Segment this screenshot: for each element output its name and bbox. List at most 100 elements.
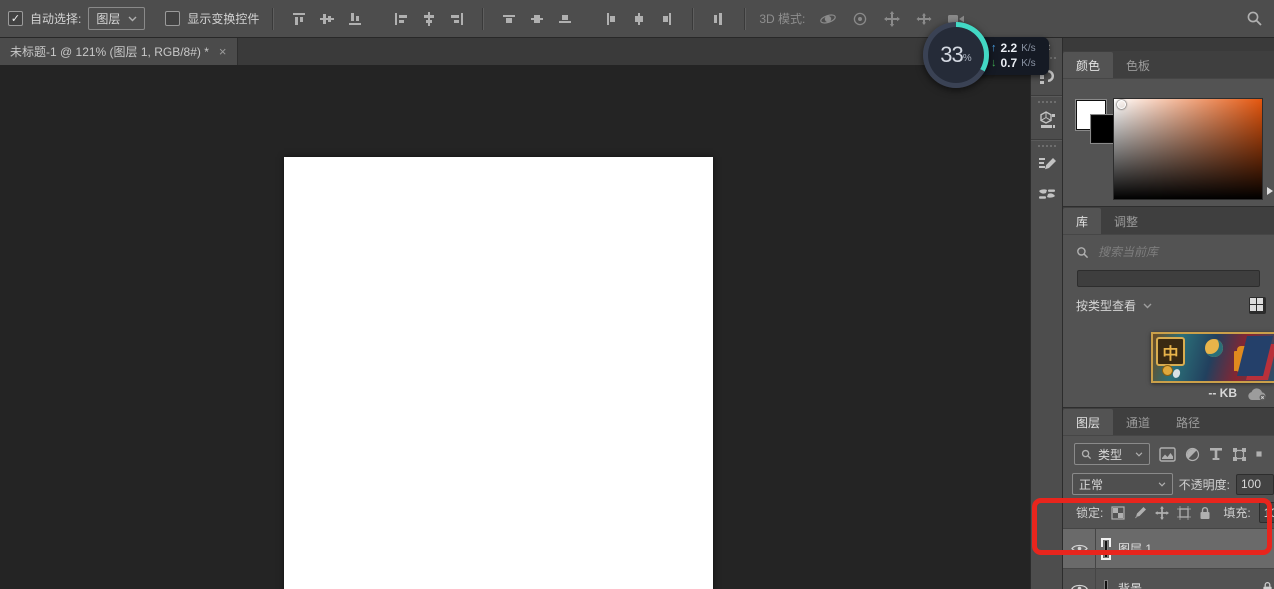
mode-3d-label: 3D 模式: bbox=[759, 10, 805, 27]
align-left-edges-button[interactable] bbox=[389, 7, 413, 31]
tab-libraries[interactable]: 库 bbox=[1063, 208, 1101, 234]
library-search-input[interactable] bbox=[1096, 244, 1261, 260]
brushes-panel-icon[interactable] bbox=[1031, 179, 1063, 209]
panels-column: 颜色 色板 库 调整 按类型查看 bbox=[1062, 38, 1274, 589]
layer-name[interactable]: 背景 bbox=[1118, 580, 1142, 589]
performance-gauge[interactable]: 33 % bbox=[923, 22, 989, 88]
align-vertical-centers-button[interactable] bbox=[315, 7, 339, 31]
chevron-down-icon bbox=[1158, 482, 1166, 487]
distribute-left-edges-button[interactable] bbox=[599, 7, 623, 31]
layers-lock-row: 锁定: 填充: 100 bbox=[1063, 499, 1274, 529]
distribute-top-edges-button[interactable] bbox=[497, 7, 521, 31]
3d-pan-icon[interactable] bbox=[880, 7, 904, 31]
chevron-down-icon bbox=[128, 16, 137, 22]
background-lock-icon[interactable] bbox=[1262, 581, 1273, 589]
filter-adjustment-layers-icon[interactable] bbox=[1185, 447, 1200, 462]
document-tab-bar: 未标题-1 @ 121% (图层 1, RGB/8#) * × bbox=[0, 38, 1030, 65]
filter-pixel-layers-icon[interactable] bbox=[1159, 447, 1176, 462]
align-bottom-edges-button[interactable] bbox=[343, 7, 367, 31]
library-panel-tabs: 库 调整 bbox=[1063, 206, 1274, 235]
distribute-horizontal-centers-button[interactable] bbox=[627, 7, 651, 31]
show-transform-checkbox[interactable] bbox=[165, 11, 180, 26]
tab-paths[interactable]: 路径 bbox=[1163, 409, 1213, 435]
banner-art-shape bbox=[1237, 336, 1273, 376]
document-canvas[interactable] bbox=[284, 157, 713, 589]
lock-all-icon[interactable] bbox=[1199, 506, 1211, 520]
canvas-area[interactable] bbox=[0, 65, 1030, 589]
tab-layers[interactable]: 图层 bbox=[1063, 409, 1113, 435]
network-speed-widget[interactable]: ↑ 2.2 K/s ↓ 0.7 K/s 33 % bbox=[923, 22, 1051, 90]
drag-handle[interactable] bbox=[1038, 101, 1056, 103]
lock-image-pixels-icon[interactable] bbox=[1133, 506, 1147, 520]
align-horizontal-centers-button[interactable] bbox=[417, 7, 441, 31]
auto-select-target-dropdown[interactable]: 图层 bbox=[88, 7, 145, 30]
divider bbox=[692, 8, 694, 30]
divider bbox=[272, 8, 274, 30]
tab-channels[interactable]: 通道 bbox=[1113, 409, 1163, 435]
layer-filter-type-value: 类型 bbox=[1098, 446, 1122, 463]
3d-orbit-icon[interactable] bbox=[816, 7, 840, 31]
opacity-value[interactable]: 100 bbox=[1236, 474, 1274, 495]
cloud-offline-icon[interactable] bbox=[1246, 386, 1268, 401]
panel-flyout-arrow-icon[interactable] bbox=[1267, 187, 1273, 195]
fill-value[interactable]: 100 bbox=[1259, 502, 1274, 523]
layer-thumbnail[interactable] bbox=[1105, 582, 1107, 589]
document-title: 未标题-1 @ 121% (图层 1, RGB/8#) * bbox=[10, 43, 209, 60]
chevron-down-icon[interactable] bbox=[1143, 303, 1152, 309]
thumb-corner bbox=[1102, 538, 1111, 547]
gauge-percent-unit: % bbox=[963, 53, 972, 64]
blend-mode-dropdown[interactable]: 正常 bbox=[1072, 473, 1173, 495]
upload-value: 2.2 bbox=[1001, 42, 1018, 55]
distribute-bottom-edges-button[interactable] bbox=[553, 7, 577, 31]
upload-rate: ↑ 2.2 K/s bbox=[991, 42, 1049, 55]
color-spectrum-field[interactable] bbox=[1113, 98, 1263, 200]
close-tab-icon[interactable]: × bbox=[219, 44, 227, 59]
divider bbox=[1031, 95, 1062, 97]
lock-artboard-icon[interactable] bbox=[1177, 506, 1191, 520]
thumb-corner bbox=[1102, 551, 1111, 560]
filter-shape-layers-icon[interactable] bbox=[1232, 447, 1247, 462]
tab-color[interactable]: 颜色 bbox=[1063, 52, 1113, 78]
library-content-area: 中 bbox=[1063, 320, 1274, 383]
distribute-right-edges-button[interactable] bbox=[655, 7, 679, 31]
filter-type-layers-icon[interactable] bbox=[1209, 447, 1223, 461]
auto-select-label: 自动选择: bbox=[30, 10, 81, 27]
search-icon[interactable] bbox=[1242, 7, 1266, 31]
lock-transparent-pixels-icon[interactable] bbox=[1111, 506, 1125, 520]
align-top-edges-button[interactable] bbox=[287, 7, 311, 31]
view-by-type-dropdown[interactable]: 按类型查看 bbox=[1076, 297, 1136, 314]
divider bbox=[1031, 139, 1062, 141]
layer-thumbnail[interactable] bbox=[1105, 542, 1107, 556]
layer-row-background[interactable]: 背景 bbox=[1063, 569, 1274, 589]
lock-label: 锁定: bbox=[1076, 504, 1103, 521]
library-asset-thumbnail[interactable]: 中 bbox=[1151, 332, 1274, 383]
fill-label: 填充: bbox=[1223, 504, 1250, 521]
layer-name[interactable]: 图层 1 bbox=[1118, 540, 1152, 557]
document-tab[interactable]: 未标题-1 @ 121% (图层 1, RGB/8#) * × bbox=[0, 38, 238, 65]
library-size-text: -- KB bbox=[1208, 386, 1237, 400]
distribute-spacing-button[interactable] bbox=[707, 7, 731, 31]
library-size-row: -- KB bbox=[1063, 383, 1274, 407]
layers-filter-row: 类型 bbox=[1063, 436, 1274, 471]
distribute-vertical-centers-button[interactable] bbox=[525, 7, 549, 31]
grid-view-icon[interactable] bbox=[1249, 297, 1266, 314]
lock-position-icon[interactable] bbox=[1155, 506, 1169, 520]
download-arrow-icon: ↓ bbox=[991, 57, 997, 70]
3d-panel-icon[interactable] bbox=[1031, 105, 1063, 135]
layer-filter-type-dropdown[interactable]: 类型 bbox=[1074, 443, 1150, 465]
visibility-eye-icon[interactable] bbox=[1063, 569, 1096, 589]
3d-roll-icon[interactable] bbox=[848, 7, 872, 31]
panel-header-gap bbox=[1063, 38, 1274, 51]
visibility-eye-icon[interactable] bbox=[1063, 529, 1096, 568]
tab-swatches[interactable]: 色板 bbox=[1113, 52, 1163, 78]
library-sync-bar bbox=[1077, 270, 1260, 287]
drag-handle[interactable] bbox=[1038, 145, 1056, 147]
divider bbox=[744, 8, 746, 30]
tab-adjustments[interactable]: 调整 bbox=[1101, 208, 1151, 234]
align-right-edges-button[interactable] bbox=[445, 7, 469, 31]
filter-smart-objects-icon[interactable] bbox=[1256, 447, 1262, 461]
layer-row-layer1[interactable]: 图层 1 bbox=[1063, 529, 1274, 569]
color-sample-ring[interactable] bbox=[1117, 100, 1126, 109]
auto-select-checkbox[interactable]: ✓ bbox=[8, 11, 23, 26]
brush-settings-panel-icon[interactable] bbox=[1031, 149, 1063, 179]
